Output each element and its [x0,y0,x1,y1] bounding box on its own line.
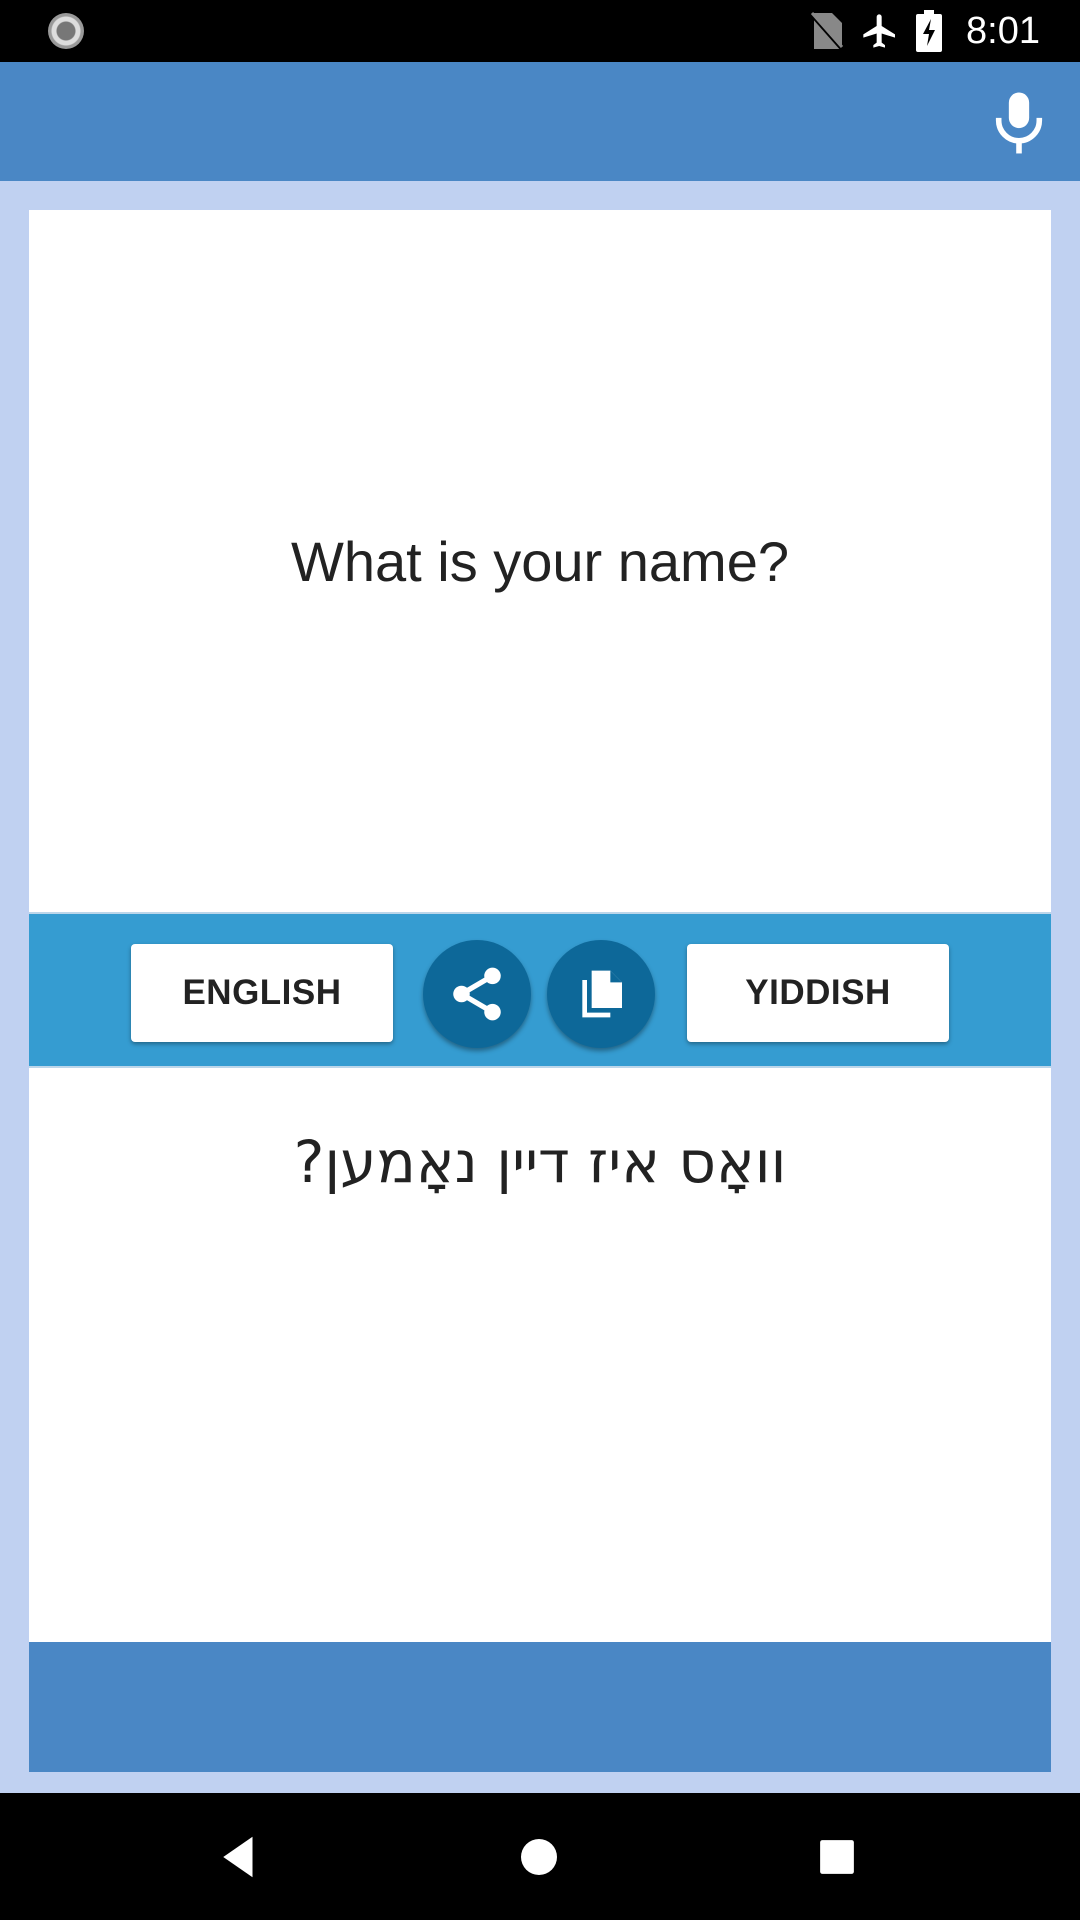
share-button[interactable] [423,940,531,1048]
source-language-button[interactable]: ENGLISH [131,944,393,1042]
source-text-panel[interactable]: What is your name? [29,210,1051,912]
microphone-icon[interactable] [988,90,1050,156]
ad-banner[interactable] [29,1642,1051,1772]
translation-toolbar: ENGLISH YIDDISH [29,912,1051,1068]
home-icon[interactable] [512,1830,566,1884]
airplane-icon [863,14,896,48]
loading-spinner-icon [48,13,84,49]
no-sim-icon [810,12,844,51]
app-bar [0,62,1080,181]
navigation-bar [0,1793,1080,1920]
battery-charging-icon [916,10,943,52]
back-icon[interactable] [212,1830,266,1884]
status-time: 8:01 [966,9,1040,52]
target-language-button[interactable]: YIDDISH [687,944,949,1042]
copy-button[interactable] [547,940,655,1048]
source-text: What is your name? [291,529,789,593]
share-icon [453,967,501,1021]
status-bar: 8:01 [0,0,1080,62]
copy-icon [582,970,622,1018]
recent-apps-icon[interactable] [810,1830,864,1884]
target-text-panel[interactable]: וואָס איז דיין נאָמען? [29,1068,1051,1642]
translated-text: וואָס איז דיין נאָמען? [293,1128,787,1196]
